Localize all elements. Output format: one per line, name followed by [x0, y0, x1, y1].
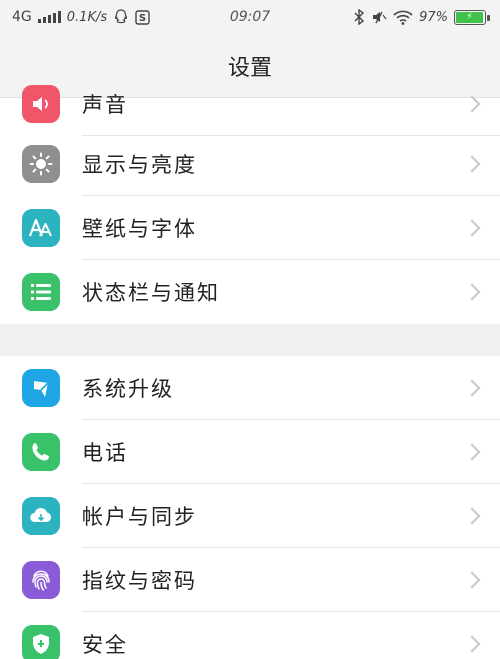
- settings-item-statusbar-notification[interactable]: 状态栏与通知: [0, 260, 500, 324]
- signal-icon: [37, 11, 61, 23]
- settings-group-system: 系统升级 电话 帐户与同步 指纹与密码 安全: [0, 356, 500, 659]
- chevron-right-icon: [463, 219, 481, 237]
- brightness-icon: [22, 145, 60, 183]
- bluetooth-icon: [353, 9, 365, 25]
- svg-text:S: S: [139, 13, 146, 24]
- chevron-right-icon: [463, 571, 481, 589]
- settings-item-label: 指纹与密码: [82, 569, 197, 593]
- settings-item-label: 帐户与同步: [82, 505, 197, 529]
- fingerprint-icon: [22, 561, 60, 599]
- font-icon: [22, 209, 60, 247]
- chevron-right-icon: [463, 507, 481, 525]
- battery-icon: ⚡: [454, 9, 490, 25]
- settings-item-phone[interactable]: 电话: [0, 420, 500, 484]
- status-bar-right: 97% ⚡: [353, 9, 490, 25]
- system-update-icon: [22, 369, 60, 407]
- settings-item-wallpaper-font[interactable]: 壁纸与字体: [0, 196, 500, 260]
- settings-item-label: 声音: [82, 93, 128, 117]
- app-s-icon: S: [135, 9, 150, 25]
- status-bar-left: 4G 0.1K/s S: [12, 9, 150, 25]
- qq-icon: [113, 9, 129, 25]
- chevron-right-icon: [463, 635, 481, 653]
- chevron-right-icon: [463, 155, 481, 173]
- network-type: 4G: [12, 9, 32, 25]
- chevron-right-icon: [463, 379, 481, 397]
- chevron-right-icon: [463, 443, 481, 461]
- settings-group-display: 声音 显示与亮度 壁纸与字体 状态栏与通知: [0, 85, 500, 324]
- notification-list-icon: [22, 273, 60, 311]
- settings-item-label: 电话: [82, 441, 128, 465]
- sound-icon: [22, 85, 60, 123]
- mute-icon: [371, 9, 387, 25]
- settings-item-label: 系统升级: [82, 377, 174, 401]
- status-bar: 4G 0.1K/s S 09:07 97% ⚡: [0, 0, 500, 34]
- chevron-right-icon: [463, 95, 481, 113]
- network-speed: 0.1K/s: [66, 9, 108, 25]
- wifi-icon: [393, 10, 413, 25]
- settings-item-label: 显示与亮度: [82, 153, 197, 177]
- settings-item-account-sync[interactable]: 帐户与同步: [0, 484, 500, 548]
- settings-item-sound[interactable]: 声音: [0, 72, 500, 136]
- chevron-right-icon: [463, 283, 481, 301]
- settings-item-label: 壁纸与字体: [82, 217, 197, 241]
- settings-item-security[interactable]: 安全: [0, 612, 500, 659]
- cloud-sync-icon: [22, 497, 60, 535]
- battery-fill: ⚡: [456, 11, 484, 23]
- settings-item-display-brightness[interactable]: 显示与亮度: [0, 132, 500, 196]
- battery-percent: 97%: [419, 9, 448, 25]
- settings-item-label: 安全: [82, 633, 128, 657]
- settings-item-fingerprint-password[interactable]: 指纹与密码: [0, 548, 500, 612]
- settings-item-system-update[interactable]: 系统升级: [0, 356, 500, 420]
- phone-icon: [22, 433, 60, 471]
- shield-icon: [22, 625, 60, 659]
- settings-item-label: 状态栏与通知: [82, 281, 220, 305]
